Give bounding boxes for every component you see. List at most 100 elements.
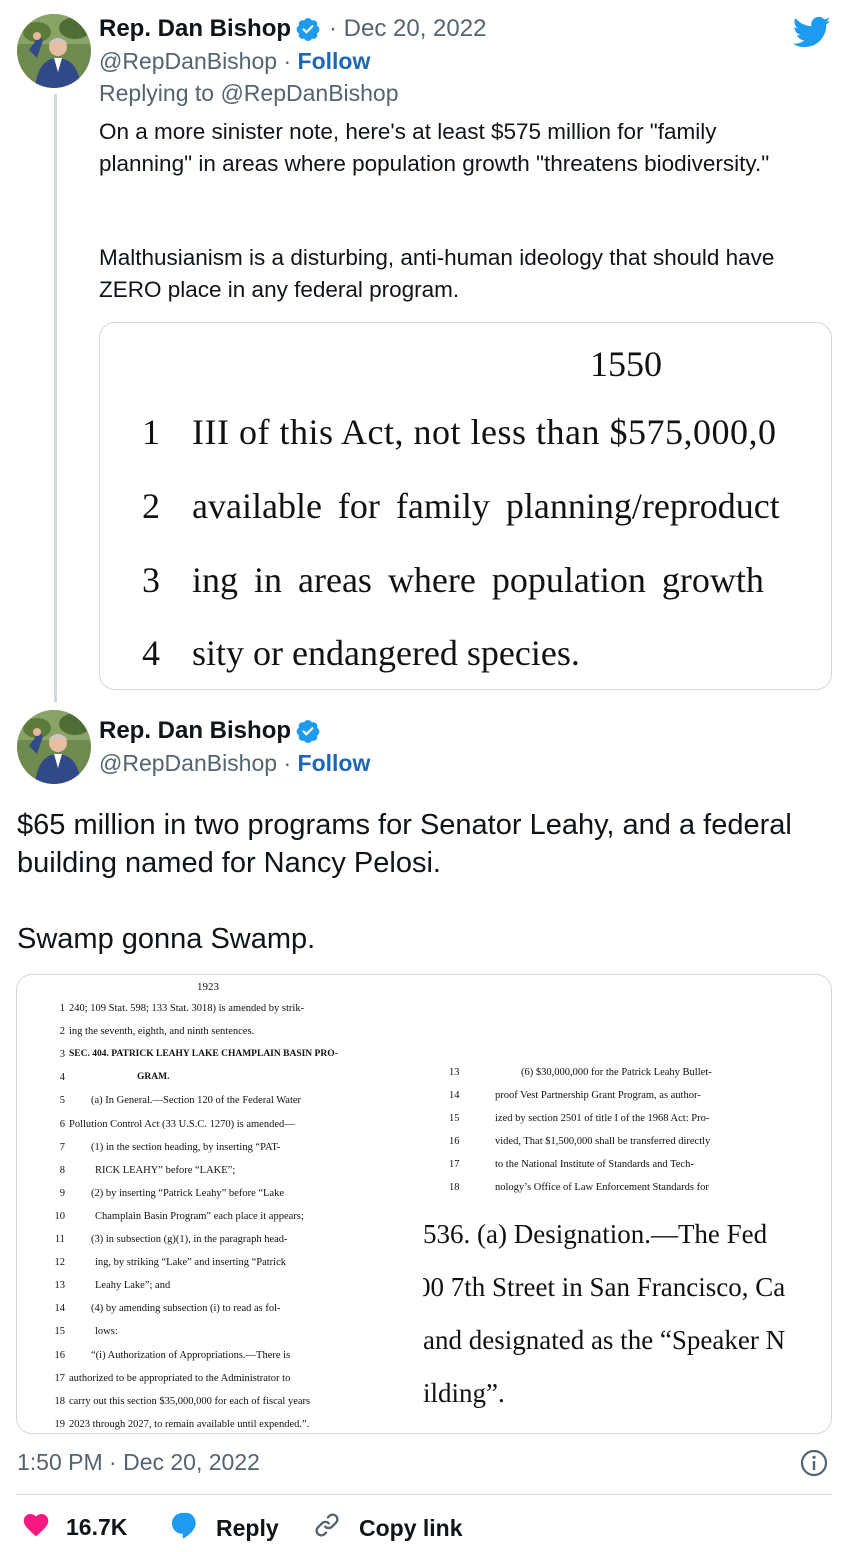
author-handle[interactable]: @RepDanBishop bbox=[99, 750, 277, 776]
author-name[interactable]: Rep. Dan Bishop bbox=[99, 717, 291, 745]
bill-line: ized by section 2501 of title I of the 1… bbox=[495, 1113, 710, 1124]
line-number: 17 bbox=[449, 1159, 460, 1170]
tweet-text-2: Malthusianism is a disturbing, anti-huma… bbox=[99, 245, 775, 302]
follow-button[interactable]: Follow bbox=[298, 750, 371, 776]
reply-bubble-icon bbox=[170, 1511, 200, 1545]
line-number: 17 bbox=[54, 1372, 66, 1384]
bill-line: 240; 109 Stat. 598; 133 Stat. 3018) is a… bbox=[69, 1003, 305, 1014]
bill-line: Leahy Lake”; and bbox=[95, 1280, 171, 1292]
tweet-date[interactable]: · Dec 20, 2022 bbox=[329, 15, 486, 43]
like-button[interactable]: 16.7K bbox=[22, 1511, 127, 1543]
bill-line-large: 536. (a) Designation.—The Fed bbox=[423, 1219, 768, 1249]
line-number: 8 bbox=[59, 1164, 65, 1176]
bill-line: to the National Institute of Standards a… bbox=[495, 1159, 694, 1170]
line-number: 1 bbox=[59, 1003, 65, 1014]
line-number: 1 bbox=[142, 412, 160, 452]
line-number: 18 bbox=[54, 1395, 66, 1407]
line-number: 4 bbox=[59, 1072, 65, 1084]
bill-line-large: 00 7th Street in San Francisco, Ca bbox=[423, 1272, 786, 1302]
bill-line-large: and designated as the “Speaker N bbox=[423, 1325, 786, 1355]
like-count: 16.7K bbox=[66, 1513, 128, 1540]
author-name[interactable]: Rep. Dan Bishop bbox=[99, 15, 291, 43]
line-number: 13 bbox=[449, 1067, 460, 1078]
line-number: 11 bbox=[54, 1234, 65, 1245]
bill-line: (2) by inserting “Patrick Leahy” before … bbox=[91, 1187, 284, 1199]
thread-connector-line bbox=[54, 94, 57, 702]
author-avatar[interactable] bbox=[17, 14, 91, 88]
bill-line: vided, That $1,500,000 shall be transfer… bbox=[495, 1136, 711, 1147]
info-icon[interactable] bbox=[800, 1449, 828, 1477]
reply-button[interactable]: Reply bbox=[170, 1511, 279, 1545]
bill-line: lows: bbox=[95, 1326, 118, 1338]
bill-line-large: ilding”. bbox=[423, 1378, 505, 1408]
line-number: 15 bbox=[449, 1113, 460, 1124]
line-number: 19 bbox=[54, 1418, 66, 1430]
copy-link-label: Copy link bbox=[359, 1514, 463, 1541]
bill-line: proof Vest Partnership Grant Program, as… bbox=[495, 1090, 701, 1101]
bill-line: 2023 through 2027, to remain available u… bbox=[69, 1418, 310, 1430]
tweet-image-bill-page-1550[interactable]: 1550 1 III of this Act, not less than $5… bbox=[99, 322, 832, 690]
main-tweet-text: $65 million in two programs for Senator … bbox=[17, 809, 792, 879]
line-number: 2 bbox=[59, 1026, 65, 1038]
bill-line: GRAM. bbox=[137, 1072, 170, 1083]
tweet-timestamp[interactable]: 1:50 PM · Dec 20, 2022 bbox=[17, 1449, 260, 1476]
bill-line: Pollution Control Act (33 U.S.C. 1270) i… bbox=[69, 1118, 295, 1130]
verified-badge-icon bbox=[295, 16, 321, 42]
bill-line: available for family planning/reproduct bbox=[192, 486, 780, 526]
bill-line: (4) by amending subsection (i) to read a… bbox=[91, 1303, 281, 1315]
tweet-image-bill-pages[interactable]: 1923 1 240; 109 Stat. 598; 133 Stat. 3018… bbox=[16, 974, 832, 1434]
page-number: 1923 bbox=[197, 981, 219, 993]
line-number: 10 bbox=[54, 1210, 66, 1222]
bill-line: “(i) Authorization of Appropriations.—Th… bbox=[91, 1349, 291, 1361]
twitter-bird-icon[interactable] bbox=[792, 16, 831, 49]
line-number: 5 bbox=[59, 1095, 65, 1107]
reply-label: Reply bbox=[216, 1514, 279, 1541]
main-tweet-text-2: Swamp gonna Swamp. bbox=[17, 923, 316, 955]
bill-page-1923: 1923 1 240; 109 Stat. 598; 133 Stat. 3018… bbox=[17, 975, 417, 1433]
author-avatar[interactable] bbox=[17, 710, 91, 784]
link-icon bbox=[313, 1511, 341, 1545]
bill-line: ing in areas where population growth bbox=[192, 560, 764, 600]
bill-line: (6) $30,000,000 for the Patrick Leahy Bu… bbox=[521, 1067, 712, 1078]
bill-line: carry out this section $35,000,000 for e… bbox=[69, 1395, 311, 1407]
bill-line: sity or endangered species. bbox=[192, 633, 580, 673]
bill-line: authorized to be appropriated to the Adm… bbox=[69, 1372, 291, 1384]
verified-badge-icon bbox=[295, 718, 321, 744]
divider bbox=[16, 1494, 832, 1495]
author-handle[interactable]: @RepDanBishop bbox=[99, 48, 277, 74]
line-number: 16 bbox=[449, 1136, 460, 1147]
line-number: 15 bbox=[54, 1326, 66, 1338]
line-number: 14 bbox=[449, 1090, 460, 1101]
bill-line: RICK LEAHY” before “LAKE”; bbox=[95, 1164, 236, 1176]
bill-line: III of this Act, not less than $575,000,… bbox=[192, 412, 777, 452]
copy-link-button[interactable]: Copy link bbox=[313, 1511, 463, 1545]
replying-to[interactable]: Replying to @RepDanBishop bbox=[99, 80, 399, 107]
separator-dot: · bbox=[283, 750, 292, 776]
line-number: 14 bbox=[54, 1303, 66, 1315]
line-number: 16 bbox=[54, 1349, 66, 1361]
heart-icon bbox=[22, 1511, 50, 1543]
page-number: 1550 bbox=[590, 344, 662, 384]
line-number: 18 bbox=[449, 1182, 460, 1193]
line-number: 7 bbox=[59, 1141, 65, 1153]
bill-line: nology’s Office of Law Enforcement Stand… bbox=[495, 1182, 709, 1193]
bill-line: (3) in subsection (g)(1), in the paragra… bbox=[91, 1234, 288, 1245]
bill-line: Champlain Basin Program” each place it a… bbox=[95, 1210, 304, 1222]
line-number: 6 bbox=[59, 1118, 65, 1130]
separator-dot: · bbox=[283, 48, 292, 74]
line-number: 3 bbox=[59, 1049, 65, 1061]
line-number: 12 bbox=[54, 1257, 66, 1269]
bill-page-excerpt-leahy-vest: 13 (6) $30,000,000 for the Patrick Leahy … bbox=[437, 975, 831, 1205]
bill-line: (a) In General.—Section 120 of the Feder… bbox=[91, 1095, 302, 1107]
line-number: 13 bbox=[54, 1280, 66, 1292]
bill-line: (1) in the section heading, by inserting… bbox=[91, 1141, 281, 1153]
bill-page-excerpt-pelosi-building: 536. (a) Designation.—The Fed 00 7th Stre… bbox=[423, 1205, 831, 1433]
follow-button[interactable]: Follow bbox=[298, 48, 371, 74]
tweet-text: On a more sinister note, here's at least… bbox=[99, 119, 770, 176]
bill-line: ing the seventh, eighth, and ninth sente… bbox=[69, 1026, 255, 1038]
line-number: 2 bbox=[142, 486, 160, 526]
line-number: 9 bbox=[59, 1187, 65, 1199]
bill-line: SEC. 404. PATRICK LEAHY LAKE CHAMPLAIN B… bbox=[69, 1049, 338, 1060]
line-number: 3 bbox=[142, 560, 160, 600]
bill-line: ing, by striking “Lake” and inserting “P… bbox=[95, 1257, 286, 1269]
